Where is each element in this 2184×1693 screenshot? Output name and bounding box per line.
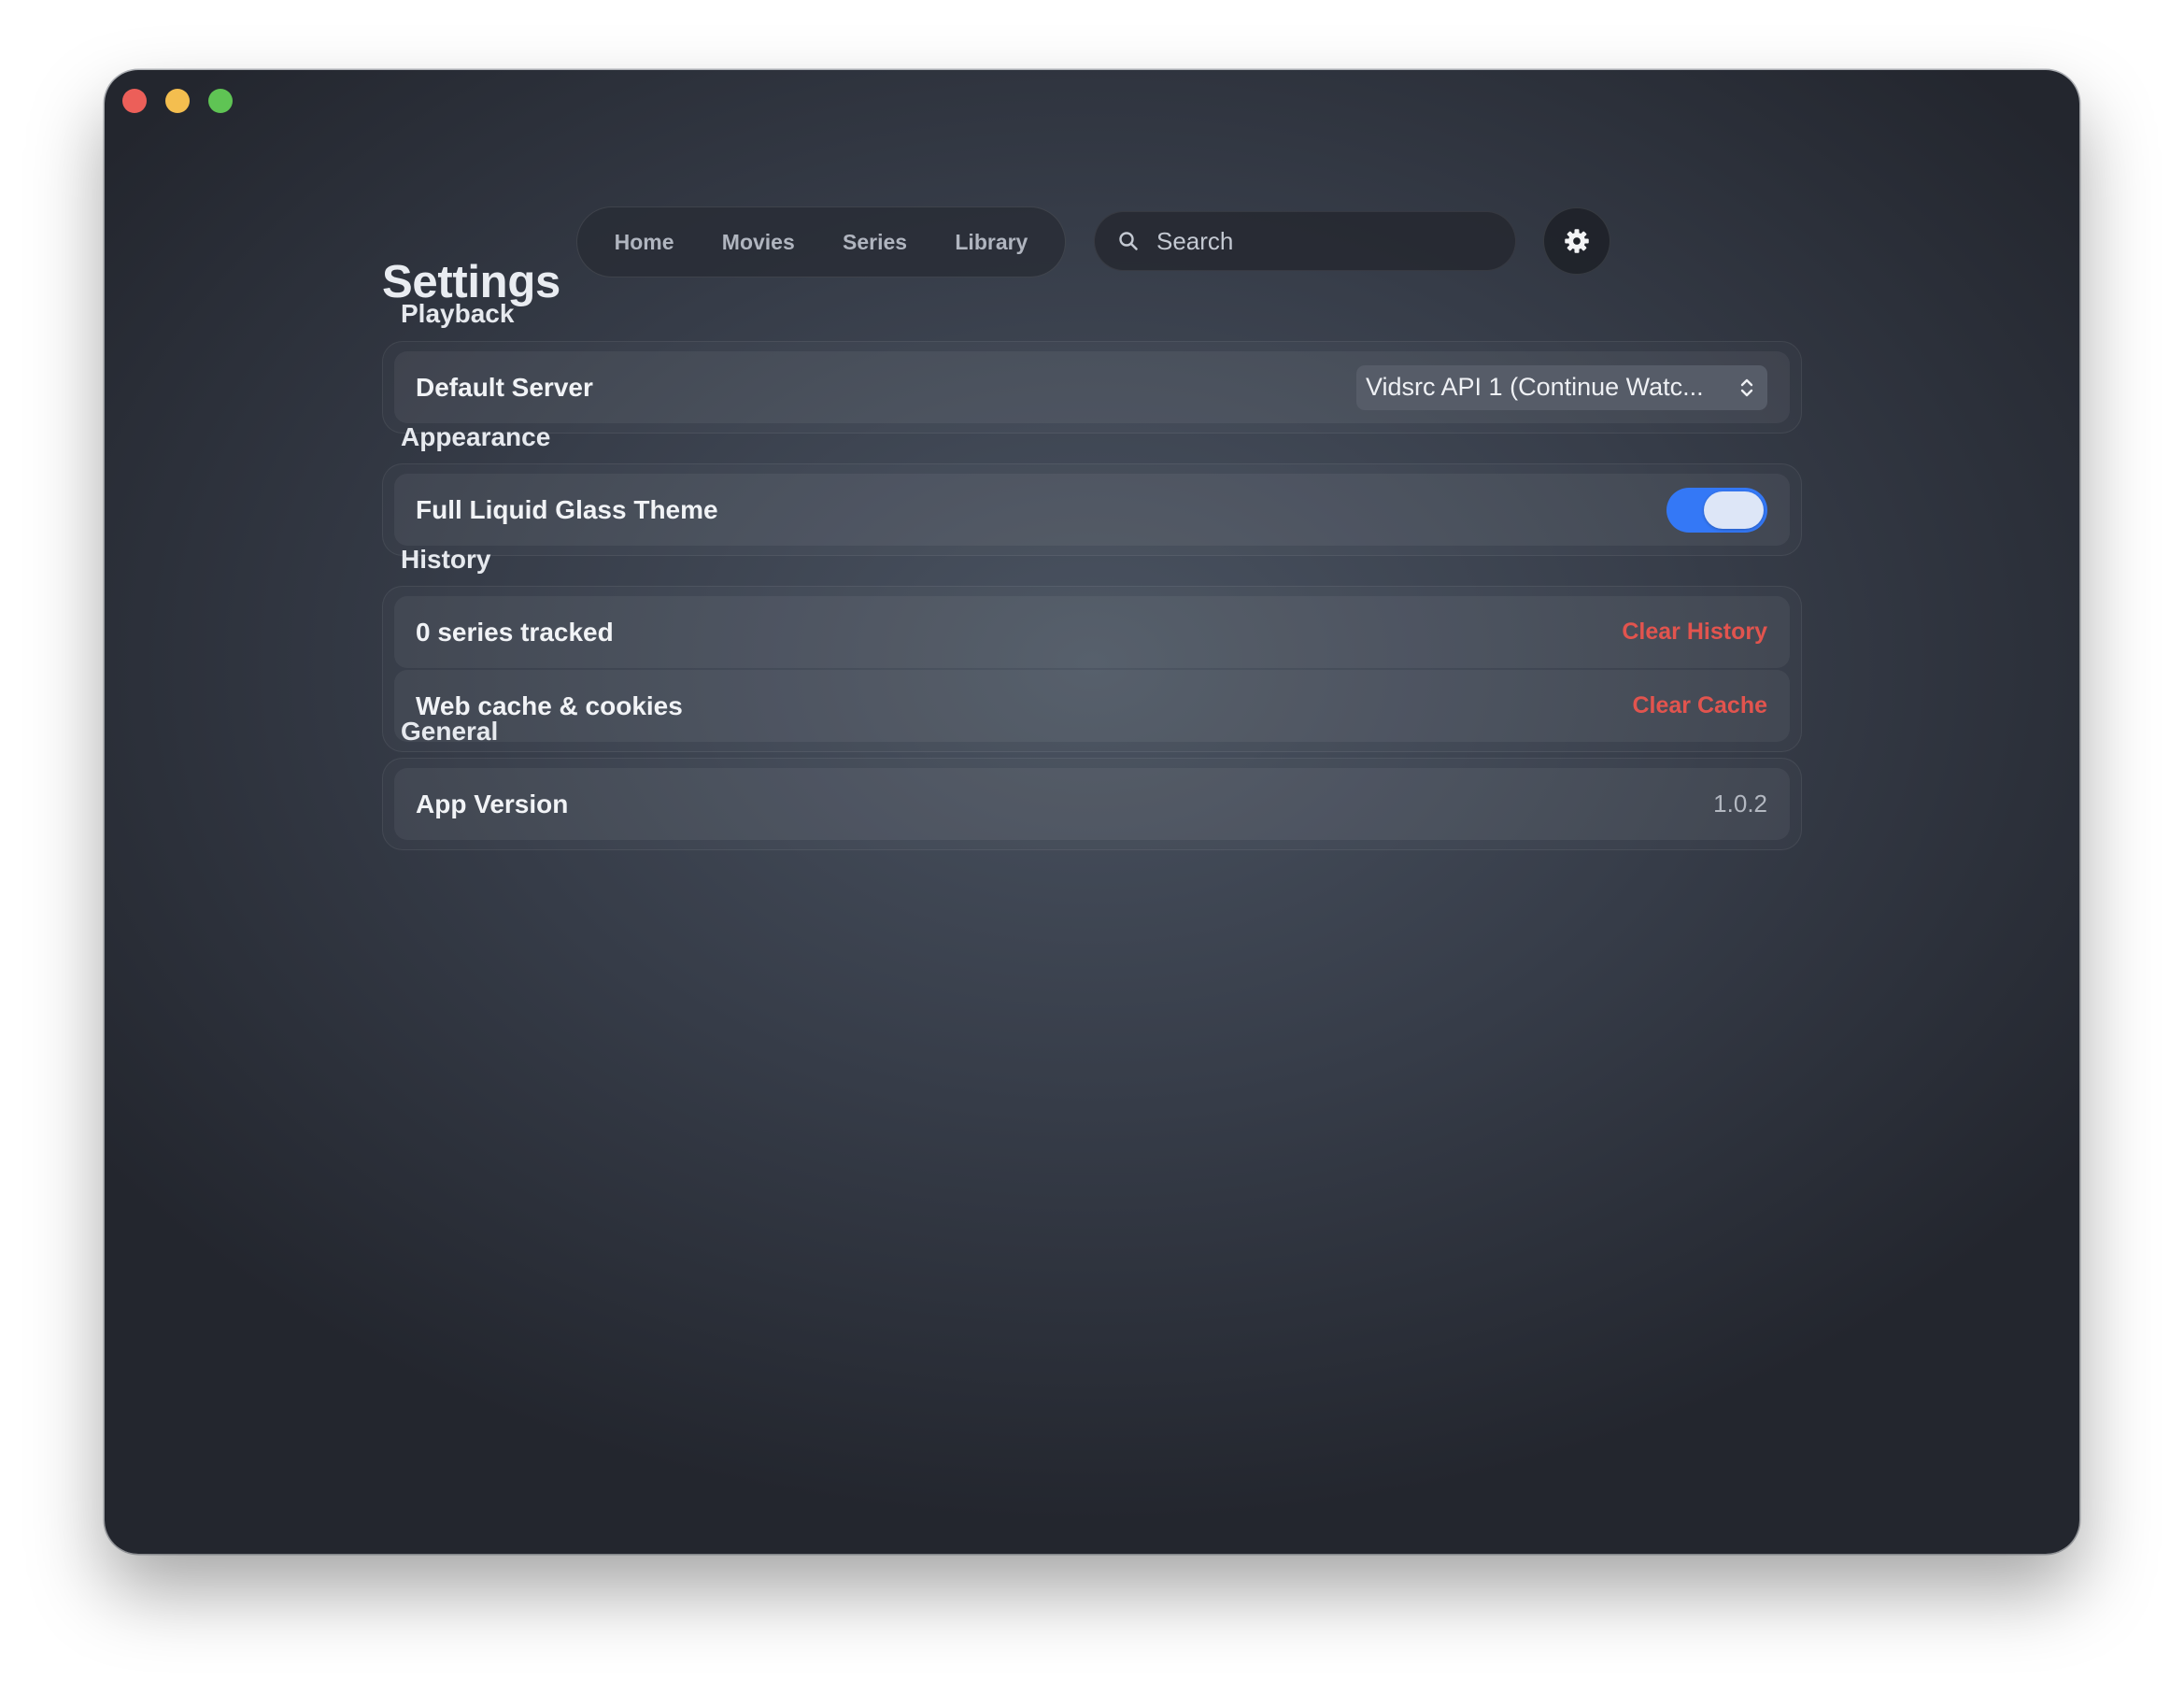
- maximize-window-button[interactable]: [208, 89, 233, 113]
- series-tracked-row: 0 series tracked Clear History: [394, 596, 1790, 668]
- history-group: 0 series tracked Clear History Web cache…: [382, 586, 1802, 752]
- search-input[interactable]: [1155, 225, 1495, 257]
- search-bar[interactable]: [1094, 211, 1516, 271]
- default-server-row: Default Server Vidsrc API 1 (Continue Wa…: [394, 351, 1790, 423]
- web-cache-row: Web cache & cookies Clear Cache: [394, 670, 1790, 742]
- liquid-glass-row: Full Liquid Glass Theme: [394, 474, 1790, 546]
- app-window: Settings Home Movies Series Library Sear…: [105, 70, 2079, 1554]
- appearance-group: Full Liquid Glass Theme: [382, 463, 1802, 556]
- liquid-glass-label: Full Liquid Glass Theme: [416, 494, 718, 524]
- clear-history-button[interactable]: Clear History: [1622, 619, 1767, 646]
- chevron-updown-icon: [1740, 378, 1753, 396]
- nav-movies[interactable]: Movies: [722, 230, 795, 255]
- app-version-value: 1.0.2: [1713, 790, 1767, 818]
- app-version-row: App Version 1.0.2: [394, 768, 1790, 840]
- nav-library[interactable]: Library: [955, 230, 1028, 255]
- section-appearance-label: Appearance: [401, 422, 551, 451]
- default-server-value: Vidsrc API 1 (Continue Watc...: [1366, 373, 1704, 401]
- general-group: App Version 1.0.2: [382, 758, 1802, 850]
- series-tracked-label: 0 series tracked: [416, 617, 614, 647]
- section-general-label: General: [401, 717, 499, 746]
- section-history-label: History: [401, 545, 491, 574]
- close-window-button[interactable]: [122, 89, 147, 113]
- settings-button[interactable]: [1543, 207, 1610, 275]
- top-nav: Home Movies Series Library: [576, 206, 1066, 277]
- playback-group: Default Server Vidsrc API 1 (Continue Wa…: [382, 341, 1802, 434]
- section-playback-label: Playback: [401, 299, 515, 328]
- liquid-glass-toggle[interactable]: [1666, 487, 1767, 533]
- default-server-select[interactable]: Vidsrc API 1 (Continue Watc...: [1356, 364, 1767, 410]
- minimize-window-button[interactable]: [165, 89, 190, 113]
- nav-home[interactable]: Home: [615, 230, 674, 255]
- gear-icon: [1565, 229, 1589, 253]
- default-server-label: Default Server: [416, 372, 593, 402]
- toggle-knob: [1704, 491, 1764, 529]
- clear-cache-button[interactable]: Clear Cache: [1632, 692, 1767, 719]
- nav-series[interactable]: Series: [843, 230, 907, 255]
- search-icon: [1119, 232, 1138, 250]
- app-version-label: App Version: [416, 789, 569, 818]
- window-controls: [122, 89, 233, 113]
